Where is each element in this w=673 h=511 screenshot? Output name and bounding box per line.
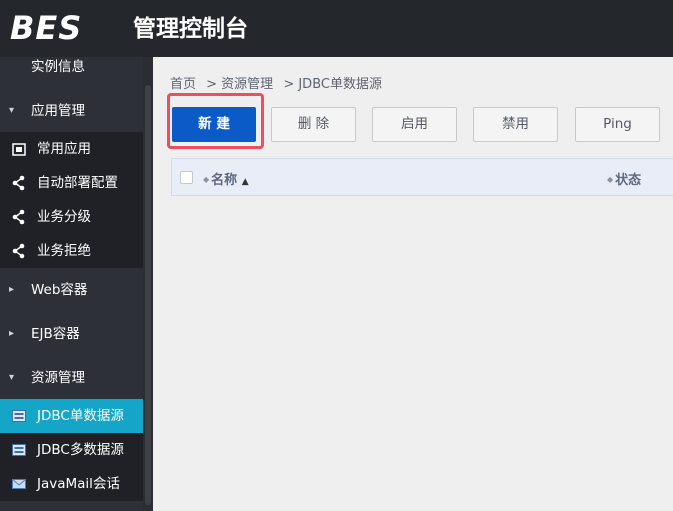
sort-icon: ◆ bbox=[607, 175, 614, 184]
disable-button[interactable]: 禁用 bbox=[473, 107, 558, 142]
bes-logo: BES bbox=[10, 9, 83, 47]
database-icon bbox=[12, 410, 26, 422]
sidebar-item-javamail[interactable]: JavaMail会话 bbox=[0, 467, 144, 501]
sidebar-item-label: EJB容器 bbox=[31, 326, 80, 342]
sort-icon: ◆ bbox=[203, 175, 210, 184]
mail-icon bbox=[12, 479, 26, 489]
sidebar-group-resource-management[interactable]: ▾ 资源管理 bbox=[0, 356, 144, 400]
sidebar-item-label: JavaMail会话 bbox=[37, 476, 120, 492]
sidebar-item-label: 常用应用 bbox=[37, 141, 91, 157]
ping-button[interactable]: Ping bbox=[575, 107, 660, 142]
column-header-status[interactable]: ◆ 状态 bbox=[607, 169, 641, 188]
top-header: BES 管理控制台 bbox=[0, 0, 673, 57]
breadcrumb-current: > JDBC单数据源 bbox=[283, 77, 382, 92]
sidebar-item-auto-deploy[interactable]: 自动部署配置 bbox=[0, 166, 144, 200]
new-button[interactable]: 新 建 bbox=[172, 107, 256, 142]
share-icon bbox=[12, 243, 25, 259]
sidebar-group-ejb-container[interactable]: ▸ EJB容器 bbox=[0, 312, 144, 356]
sidebar-item-instance-info[interactable]: 实例信息 bbox=[0, 57, 144, 89]
column-header-name[interactable]: ◆ 名称 ▲ bbox=[203, 169, 249, 188]
sidebar: 实例信息 ▾ 应用管理 常用应用 自动部署配置 业务分级 业务拒绝 ▸ Web容… bbox=[0, 57, 153, 511]
sidebar-item-jdbc-multi[interactable]: JDBC多数据源 bbox=[0, 433, 144, 467]
sidebar-group-web-container[interactable]: ▸ Web容器 bbox=[0, 268, 144, 312]
select-all-checkbox[interactable] bbox=[180, 171, 193, 184]
sidebar-scrollbar-thumb[interactable] bbox=[145, 85, 151, 505]
chevron-down-icon: ▾ bbox=[9, 372, 15, 383]
breadcrumb-resource-management[interactable]: > 资源管理 bbox=[206, 77, 273, 92]
sidebar-item-label: 自动部署配置 bbox=[37, 175, 118, 191]
sidebar-item-label: 实例信息 bbox=[31, 59, 85, 75]
share-icon bbox=[12, 209, 25, 225]
sidebar-item-label: JDBC单数据源 bbox=[37, 408, 124, 424]
sidebar-item-label: 业务分级 bbox=[37, 209, 91, 225]
chevron-right-icon: ▸ bbox=[9, 284, 15, 295]
sidebar-group-app-management[interactable]: ▾ 应用管理 bbox=[0, 89, 144, 133]
sidebar-item-label: JDBC多数据源 bbox=[37, 442, 124, 458]
sidebar-item-label: 应用管理 bbox=[31, 103, 85, 119]
sidebar-item-label: Web容器 bbox=[31, 282, 88, 298]
sidebar-item-jdbc-single[interactable]: JDBC单数据源 bbox=[0, 399, 144, 433]
sort-ascending-icon: ▲ bbox=[241, 177, 249, 187]
delete-button[interactable]: 删 除 bbox=[271, 107, 356, 142]
sidebar-item-business-grading[interactable]: 业务分级 bbox=[0, 200, 144, 234]
main-content: 首页 > 资源管理 > JDBC单数据源 新 建 删 除 启用 禁用 Ping … bbox=[153, 57, 673, 511]
chevron-right-icon: ▸ bbox=[9, 328, 15, 339]
sidebar-item-label: 业务拒绝 bbox=[37, 243, 91, 259]
breadcrumb-home[interactable]: 首页 bbox=[170, 77, 196, 92]
breadcrumb: 首页 > 资源管理 > JDBC单数据源 bbox=[170, 73, 388, 92]
database-icon bbox=[12, 444, 26, 456]
sidebar-item-business-reject[interactable]: 业务拒绝 bbox=[0, 234, 144, 268]
chevron-down-icon: ▾ bbox=[9, 105, 15, 116]
enable-button[interactable]: 启用 bbox=[372, 107, 457, 142]
sidebar-item-common-apps[interactable]: 常用应用 bbox=[0, 132, 144, 166]
console-title: 管理控制台 bbox=[133, 16, 248, 42]
share-icon bbox=[12, 175, 25, 191]
sidebar-item-label: 资源管理 bbox=[31, 370, 85, 386]
table-header: ◆ 名称 ▲ ◆ 状态 bbox=[171, 158, 673, 196]
app-icon bbox=[12, 143, 26, 156]
